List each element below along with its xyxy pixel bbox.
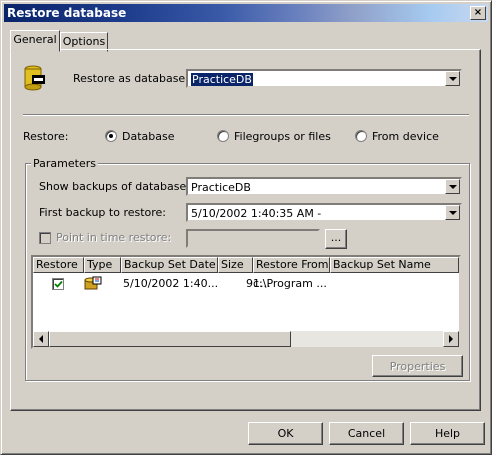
browse-label: ...	[330, 231, 342, 244]
restore-as-value: PracticeDB	[191, 73, 253, 86]
radio-database-label[interactable]: Database	[122, 130, 175, 143]
close-button[interactable]: ×	[470, 6, 486, 20]
chevron-down-icon[interactable]	[445, 205, 460, 220]
separator	[23, 114, 469, 116]
column-header-restore-from[interactable]: Restore From	[253, 257, 330, 273]
window-title: Restore database	[7, 6, 127, 20]
column-header-type[interactable]: Type	[84, 257, 121, 273]
cancel-label: Cancel	[347, 427, 386, 440]
chevron-down-icon[interactable]	[445, 179, 460, 194]
show-backups-label: Show backups of database:	[39, 180, 190, 193]
scroll-thumb[interactable]	[49, 331, 291, 347]
horizontal-scrollbar[interactable]	[33, 331, 459, 347]
row-backup-set-date: 5/10/2002 1:40...	[123, 277, 217, 290]
title-bar: Restore database ×	[4, 4, 488, 22]
properties-button[interactable]: Properties	[372, 355, 463, 377]
help-label: Help	[434, 427, 461, 440]
ok-button[interactable]: OK	[248, 422, 323, 445]
point-in-time-field[interactable]	[186, 229, 320, 248]
show-backups-value: PracticeDB	[191, 181, 251, 194]
radio-from-device[interactable]	[355, 130, 367, 142]
arrow-left-icon	[39, 335, 43, 343]
database-icon	[24, 65, 45, 91]
row-restore-checkbox[interactable]	[52, 278, 64, 290]
radio-filegroups-label[interactable]: Filegroups or files	[234, 130, 331, 143]
properties-label: Properties	[389, 360, 446, 373]
point-in-time-label: Point in time restore:	[56, 231, 172, 244]
show-backups-combo[interactable]: PracticeDB	[186, 177, 462, 196]
tab-options-label: Options	[62, 35, 106, 48]
restore-as-database-combo[interactable]: PracticeDB	[186, 69, 462, 88]
first-backup-value: 5/10/2002 1:40:35 AM -	[191, 207, 322, 220]
radio-from-device-label[interactable]: From device	[372, 130, 439, 143]
restore-label: Restore:	[23, 130, 69, 143]
first-backup-label: First backup to restore:	[39, 206, 167, 219]
tab-general[interactable]: General	[10, 30, 60, 52]
first-backup-combo[interactable]: 5/10/2002 1:40:35 AM -	[186, 203, 462, 222]
ok-label: OK	[277, 427, 294, 440]
check-icon	[54, 280, 63, 288]
parameters-label: Parameters	[31, 157, 98, 170]
point-in-time-checkbox[interactable]	[39, 232, 51, 244]
backup-sets-table[interactable]: Restore Type Backup Set Date Size Restor…	[31, 255, 461, 349]
arrow-right-icon	[449, 335, 453, 343]
row-restore-from: c:\Program ...	[253, 277, 327, 290]
radio-filegroups[interactable]	[217, 130, 229, 142]
backup-set-icon	[84, 276, 102, 290]
close-icon[interactable]: ×	[474, 7, 482, 18]
chevron-down-icon[interactable]	[445, 71, 460, 86]
point-in-time-browse-button[interactable]: ...	[325, 229, 347, 249]
column-header-backup-set-date[interactable]: Backup Set Date	[121, 257, 218, 273]
radio-database[interactable]	[105, 130, 117, 142]
restore-database-dialog: Restore database × General Options Resto…	[0, 0, 492, 455]
column-header-size[interactable]: Size	[218, 257, 253, 273]
cancel-button[interactable]: Cancel	[329, 422, 404, 445]
restore-as-label: Restore as database:	[73, 72, 189, 85]
tab-general-label: General	[13, 33, 57, 46]
column-header-restore[interactable]: Restore	[33, 257, 84, 273]
scroll-left-button[interactable]	[33, 331, 49, 347]
column-header-backup-set-name[interactable]: Backup Set Name	[330, 257, 459, 273]
help-button[interactable]: Help	[410, 422, 485, 445]
scroll-right-button[interactable]	[443, 331, 459, 347]
